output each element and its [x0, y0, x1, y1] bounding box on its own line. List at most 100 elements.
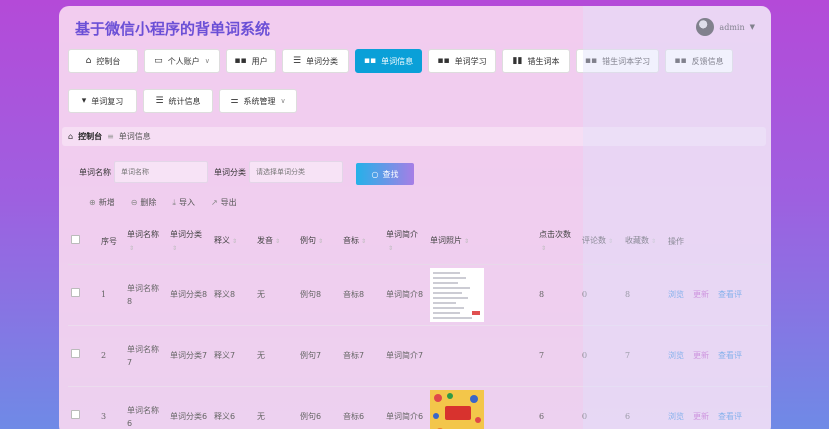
nav-users[interactable]: ▪▪ 用户: [226, 49, 276, 73]
table-row: 1 单词名称8 单词分类8 释义8 无 例句8 音标8 单词简介8 8 0 8 …: [68, 264, 768, 326]
row-checkbox[interactable]: [71, 349, 80, 358]
view-comments-link[interactable]: 查看评: [718, 290, 742, 299]
view-link[interactable]: 浏览: [668, 290, 684, 299]
header-meaning[interactable]: 释义 ⇕: [211, 219, 254, 265]
cell-intro: 单词简介8: [383, 264, 427, 326]
nav-word-info[interactable]: ▪▪ 单词信息: [355, 49, 422, 73]
cell-name: 单词名称6: [124, 386, 167, 429]
nav-system[interactable]: ⚌ 系统管理 ∨: [219, 89, 297, 113]
cell-photo[interactable]: [427, 386, 536, 429]
user-name[interactable]: admin: [719, 23, 744, 32]
header-name[interactable]: 单词名称 ⇕: [124, 219, 167, 265]
header-intro[interactable]: 单词简介 ⇕: [383, 219, 427, 265]
view-comments-link[interactable]: 查看评: [718, 351, 742, 360]
add-button[interactable]: ⊕ 新增: [89, 197, 115, 208]
sort-icon[interactable]: ⇕: [608, 238, 613, 245]
sort-icon[interactable]: ⇕: [275, 238, 280, 245]
breadcrumb: ⌂ 控制台 ≡ 单词信息: [62, 127, 766, 146]
sort-icon[interactable]: ⇕: [318, 238, 323, 245]
view-link[interactable]: 浏览: [668, 412, 684, 421]
sort-icon[interactable]: ⇕: [541, 245, 546, 252]
word-photo-thumbnail[interactable]: [430, 267, 484, 322]
header-label: 释义: [214, 236, 230, 246]
header-clicks[interactable]: 点击次数 ⇕: [536, 219, 579, 265]
header-phonetic[interactable]: 音标 ⇕: [340, 219, 383, 265]
sort-icon[interactable]: ⇕: [361, 238, 366, 245]
header-example[interactable]: 例句 ⇕: [297, 219, 340, 265]
nav-wrong-book-study[interactable]: ▪▪ 错生词本学习: [576, 49, 659, 73]
sort-icon[interactable]: ⇕: [464, 238, 469, 245]
select-all-cell[interactable]: [68, 219, 98, 265]
edit-link[interactable]: 更新: [693, 412, 709, 421]
header-category[interactable]: 单词分类 ⇕: [167, 219, 211, 265]
nav-dashboard[interactable]: ⌂ 控制台: [68, 49, 138, 73]
grid-icon: ▪▪: [234, 56, 247, 66]
nav-word-category[interactable]: ☰ 单词分类: [282, 49, 349, 73]
sort-icon[interactable]: ⇕: [388, 245, 393, 252]
sort-icon[interactable]: ⇕: [129, 245, 134, 252]
word-category-select[interactable]: [249, 161, 343, 183]
header-favorites[interactable]: 收藏数 ⇕: [622, 219, 665, 265]
user-menu[interactable]: admin ▼: [696, 18, 755, 36]
wallet-icon: ▭: [154, 56, 163, 66]
nav-statistics[interactable]: ☰ 统计信息: [143, 89, 213, 113]
header-photo[interactable]: 单词照片 ⇕: [427, 219, 536, 265]
sliders-icon: ⚌: [230, 96, 239, 106]
sort-icon[interactable]: ⇕: [651, 238, 656, 245]
header-label: 单词简介: [386, 229, 418, 239]
nav-label: 单词信息: [381, 56, 414, 66]
edit-link[interactable]: 更新: [693, 351, 709, 360]
avatar[interactable]: [696, 18, 715, 36]
nav-account[interactable]: ▭ 个人账户 ∨: [144, 49, 220, 73]
table-header-row: 序号 单词名称⇕ 单词分类⇕ 释义 ⇕ 发音 ⇕ 例句 ⇕ 音标 ⇕ 单词简介⇕ 单词照…: [68, 219, 768, 265]
sort-icon[interactable]: ⇕: [232, 238, 237, 245]
edit-link[interactable]: 更新: [693, 290, 709, 299]
nav-feedback[interactable]: ▪▪ 反馈信息: [665, 49, 733, 73]
row-select[interactable]: [68, 386, 98, 429]
search-button[interactable]: ○ 查找: [356, 163, 414, 185]
import-button[interactable]: ⤓ 导入: [172, 197, 195, 208]
nav-label: 单词分类: [306, 56, 339, 66]
cell-clicks: 8: [536, 264, 579, 326]
search-button-label: 查找: [382, 169, 399, 179]
cell-photo[interactable]: [427, 264, 536, 326]
cell-comments: 0: [579, 325, 622, 387]
row-checkbox[interactable]: [71, 410, 80, 419]
view-link[interactable]: 浏览: [668, 351, 684, 360]
delete-button[interactable]: ⊖ 删除: [131, 197, 157, 208]
plus-icon: ⊕: [89, 198, 96, 207]
export-button[interactable]: ↗ 导出: [211, 197, 237, 208]
view-comments-link[interactable]: 查看评: [718, 412, 742, 421]
cell-example: 例句8: [297, 264, 340, 326]
grid-icon: ▪▪: [674, 56, 687, 66]
word-photo-thumbnail[interactable]: [430, 389, 484, 429]
nav-review[interactable]: ▾ 单词复习: [68, 89, 137, 113]
cell-intro: 单词简介6: [383, 386, 427, 429]
grid-icon: ▪▪: [437, 56, 450, 66]
main-panel: 基于微信小程序的背单词系统 admin ▼ ⌂ 控制台 ▭ 个人账户 ∨ ▪▪ 用户 ☰…: [59, 6, 771, 429]
search-bar: 单词名称 单词分类: [79, 161, 343, 183]
header-comments[interactable]: 评论数 ⇕: [579, 219, 622, 265]
chevron-down-icon: ∨: [204, 57, 210, 65]
header-operation: 操作: [665, 219, 768, 265]
cell-example: 例句6: [297, 386, 340, 429]
home-icon[interactable]: ⌂: [68, 132, 73, 141]
nav-word-study[interactable]: ▪▪ 单词学习: [428, 49, 496, 73]
breadcrumb-home[interactable]: 控制台: [78, 131, 102, 142]
header-label: 点击次数: [539, 229, 571, 239]
nav-label: 单词学习: [454, 56, 487, 66]
caret-down-icon[interactable]: ▼: [750, 23, 755, 31]
sort-icon[interactable]: ⇕: [172, 245, 177, 252]
select-all-checkbox[interactable]: [71, 234, 80, 244]
row-select[interactable]: [68, 325, 98, 387]
row-checkbox[interactable]: [71, 288, 80, 297]
chevron-down-icon: ∨: [280, 97, 286, 105]
header-pronunciation[interactable]: 发音 ⇕: [254, 219, 297, 265]
nav-label: 错生词本: [527, 56, 560, 66]
word-name-input[interactable]: [114, 161, 208, 183]
cell-phonetic: 音标6: [340, 386, 383, 429]
cell-index: 1: [98, 264, 124, 326]
nav-wrong-book[interactable]: ▮▮ 错生词本: [502, 49, 570, 73]
row-select[interactable]: [68, 264, 98, 326]
cell-category: 单词分类6: [167, 386, 211, 429]
